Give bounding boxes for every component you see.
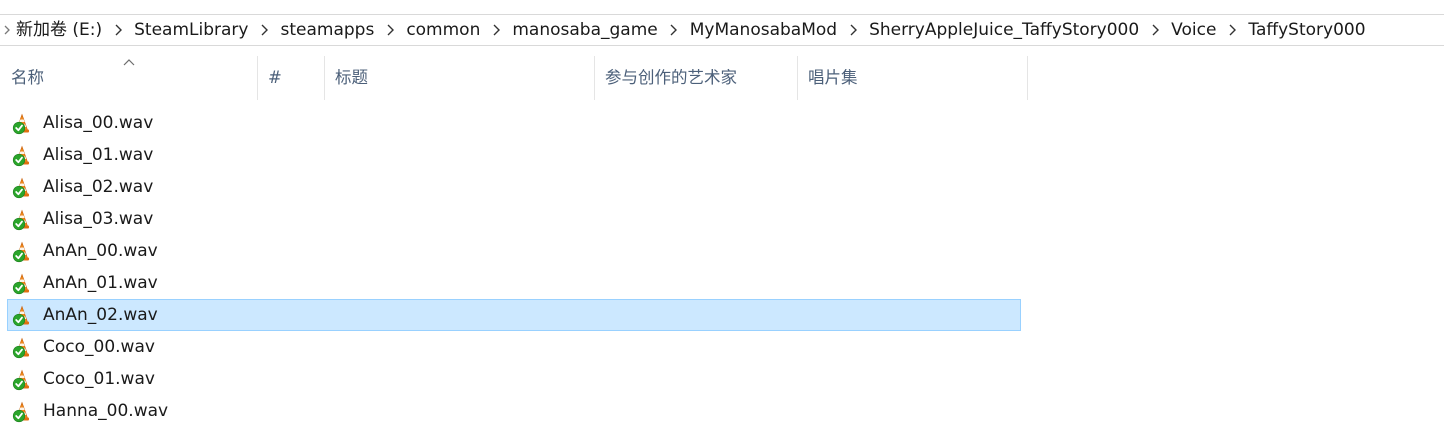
sort-ascending-icon [123,59,135,66]
breadcrumb-separator-chevron-icon[interactable] [1218,15,1246,45]
file-row[interactable]: Alisa_03.wav [7,203,1021,235]
file-row-selected[interactable]: AnAn_02.wav [7,299,1021,331]
file-name: AnAn_02.wav [43,305,158,325]
vlc-media-file-icon [12,273,34,295]
vlc-media-file-icon [12,113,34,135]
file-row[interactable]: AnAn_00.wav [7,235,1021,267]
breadcrumb-item[interactable]: Voice [1169,15,1218,45]
breadcrumb-item[interactable]: manosaba_game [510,15,659,45]
file-row[interactable]: Alisa_02.wav [7,171,1021,203]
breadcrumb-item[interactable]: TaffyStory000 [1246,15,1367,45]
breadcrumb-item[interactable]: steamapps [278,15,376,45]
column-header-number[interactable]: # [258,56,325,100]
file-name: Hanna_00.wav [43,401,169,421]
column-headers: 名称 # 标题 参与创作的艺术家 唱片集 [0,56,1030,100]
file-name: Coco_01.wav [43,369,155,389]
file-name: AnAn_00.wav [43,241,158,261]
file-row[interactable]: Alisa_01.wav [7,139,1021,171]
column-header-artist[interactable]: 参与创作的艺术家 [595,56,798,100]
breadcrumb-item[interactable]: SherryAppleJuice_TaffyStory000 [867,15,1141,45]
breadcrumb-separator-chevron-icon[interactable] [104,15,132,45]
file-row[interactable]: AnAn_01.wav [7,267,1021,299]
vlc-media-file-icon [12,401,34,423]
file-row[interactable]: Coco_01.wav [7,363,1021,395]
breadcrumb-item[interactable]: common [404,15,482,45]
file-name: Coco_00.wav [43,337,155,357]
file-name: Alisa_02.wav [43,177,154,197]
column-header-title[interactable]: 标题 [325,56,595,100]
breadcrumb-separator-chevron-icon[interactable] [250,15,278,45]
column-header-album[interactable]: 唱片集 [798,56,1028,100]
breadcrumb-separator-chevron-icon[interactable] [376,15,404,45]
breadcrumb-separator-chevron-icon[interactable] [482,15,510,45]
vlc-media-file-icon [12,369,34,391]
vlc-media-file-icon [12,145,34,167]
file-name: Alisa_01.wav [43,145,154,165]
breadcrumb-separator-chevron-icon[interactable] [1141,15,1169,45]
vlc-media-file-icon [12,209,34,231]
vlc-media-file-icon [12,177,34,199]
breadcrumb: 新加卷 (E:) SteamLibrary steamapps common manos… [0,15,1368,45]
address-bar[interactable]: 新加卷 (E:) SteamLibrary steamapps common manos… [0,14,1444,46]
file-name: AnAn_01.wav [43,273,158,293]
breadcrumb-item[interactable]: MyManosabaMod [688,15,839,45]
file-row[interactable]: Alisa_00.wav [7,107,1021,139]
file-name: Alisa_03.wav [43,209,154,229]
breadcrumb-overflow-chevron-icon[interactable] [0,15,14,45]
vlc-media-file-icon [12,241,34,263]
vlc-media-file-icon [12,337,34,359]
breadcrumb-separator-chevron-icon[interactable] [660,15,688,45]
file-row[interactable]: Hanna_00.wav [7,395,1021,427]
file-name: Alisa_00.wav [43,113,154,133]
vlc-media-file-icon [12,305,34,327]
breadcrumb-item[interactable]: 新加卷 (E:) [14,15,104,45]
breadcrumb-separator-chevron-icon[interactable] [839,15,867,45]
file-row[interactable]: Coco_00.wav [7,331,1021,363]
breadcrumb-item[interactable]: SteamLibrary [132,15,250,45]
